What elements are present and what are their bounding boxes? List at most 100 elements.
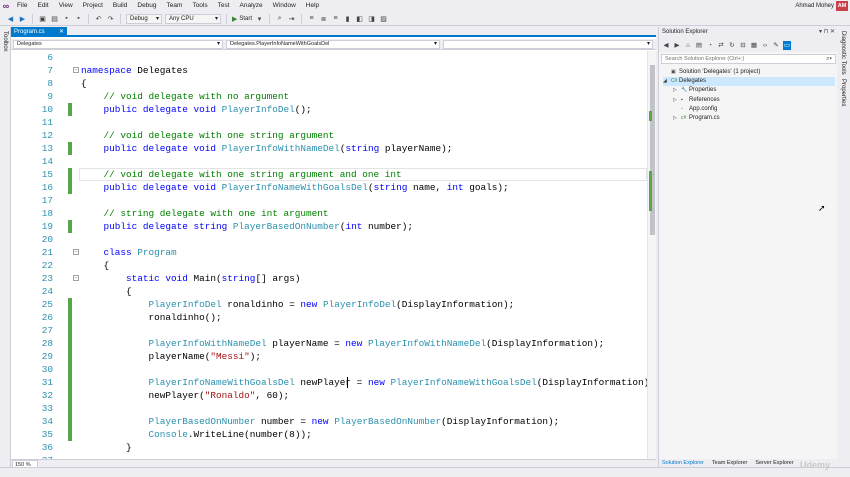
sync-icon[interactable]: ⇄: [717, 41, 725, 50]
code-text-area[interactable]: 6 7− namespace Delegates 8{9 // void delega…: [11, 51, 647, 459]
code-line[interactable]: 30: [11, 363, 647, 376]
pending-changes-icon[interactable]: ◔: [706, 41, 714, 50]
menu-item-help[interactable]: Help: [301, 0, 324, 12]
code-line[interactable]: 19 public delegate string PlayerBasedOnN…: [11, 220, 647, 233]
properties-icon[interactable]: ✎: [772, 41, 780, 50]
menu-item-analyze[interactable]: Analyze: [235, 0, 268, 12]
code-line[interactable]: 10 public delegate void PlayerInfoDel();: [11, 103, 647, 116]
project-dropdown[interactable]: Delegates: [13, 40, 223, 49]
uncomment-icon[interactable]: ≡: [331, 14, 340, 23]
menu-item-tools[interactable]: Tools: [187, 0, 212, 12]
code-line[interactable]: 9 // void delegate with no argument: [11, 90, 647, 103]
preview-icon[interactable]: ▭: [783, 40, 791, 50]
code-line[interactable]: 25 PlayerInfoDel ronaldinho = new Player…: [11, 298, 647, 311]
forward-icon[interactable]: ▶: [18, 14, 27, 23]
save-icon[interactable]: ▪: [62, 14, 71, 23]
menu-item-file[interactable]: File: [12, 0, 32, 12]
collapse-all-icon[interactable]: ⊟: [739, 41, 747, 50]
expand-icon[interactable]: ▷: [673, 86, 681, 95]
tab-server-explorer[interactable]: Server Explorer: [755, 459, 793, 467]
code-line[interactable]: 16 public delegate void PlayerInfoNameWi…: [11, 181, 647, 194]
code-line[interactable]: 28 PlayerInfoWithNameDel playerName = ne…: [11, 337, 647, 350]
tab-solution-explorer[interactable]: Solution Explorer: [662, 459, 704, 467]
code-line[interactable]: 29 playerName("Messi");: [11, 350, 647, 363]
back-icon[interactable]: ◀: [6, 14, 15, 23]
new-item-icon[interactable]: ▣: [38, 14, 47, 23]
panel-controls[interactable]: ▾ ⊓ ✕: [819, 27, 835, 38]
user-name[interactable]: Ahmad Mohey: [795, 0, 834, 12]
bookmark-clear-icon[interactable]: ▨: [379, 14, 388, 23]
collapse-icon[interactable]: −: [73, 249, 79, 255]
tree-item[interactable]: ▣ Solution 'Delegates' (1 project): [663, 68, 835, 77]
undo-icon[interactable]: ↶: [94, 14, 103, 23]
solution-search-input[interactable]: Search Solution Explorer (Ctrl+;) ⌕▾: [661, 54, 836, 64]
code-line[interactable]: 34 PlayerBasedOnNumber number = new Play…: [11, 415, 647, 428]
menu-item-edit[interactable]: Edit: [32, 0, 53, 12]
expand-icon[interactable]: ▷: [673, 96, 681, 105]
collapse-icon[interactable]: −: [73, 67, 79, 73]
properties-tab[interactable]: Properties: [840, 79, 846, 106]
code-line[interactable]: 7 − namespace Delegates: [11, 64, 647, 77]
menu-item-window[interactable]: Window: [268, 0, 301, 12]
code-line[interactable]: 12 // void delegate with one string argu…: [11, 129, 647, 142]
save-all-icon[interactable]: ▪: [74, 14, 83, 23]
code-line[interactable]: 32 newPlayer("Ronaldo", 60);: [11, 389, 647, 402]
avatar[interactable]: AM: [836, 1, 848, 11]
menu-item-test[interactable]: Test: [213, 0, 235, 12]
tab-program-cs[interactable]: Program.cs ✕: [11, 27, 67, 37]
code-line[interactable]: 21 − class Program: [11, 246, 647, 259]
vertical-scrollbar[interactable]: [647, 51, 656, 459]
expand-icon[interactable]: ◢: [663, 77, 671, 86]
step-icon[interactable]: ⇥: [287, 14, 296, 23]
code-line[interactable]: 24 {: [11, 285, 647, 298]
find-icon[interactable]: ⌕: [275, 14, 284, 23]
code-line[interactable]: 27: [11, 324, 647, 337]
menu-item-project[interactable]: Project: [78, 0, 108, 12]
forward-icon[interactable]: ▶: [673, 41, 681, 50]
code-line[interactable]: 13 public delegate void PlayerInfoWithNa…: [11, 142, 647, 155]
code-line[interactable]: 35 Console.WriteLine(number(8));: [11, 428, 647, 441]
solution-platform-dropdown[interactable]: Any CPU: [165, 13, 221, 24]
code-line[interactable]: 33: [11, 402, 647, 415]
back-icon[interactable]: ◀: [662, 41, 670, 50]
diagnostic-tools-tab[interactable]: Diagnostic Tools: [840, 31, 846, 75]
code-line[interactable]: 31 PlayerInfoNameWithGoalsDel newPlayer …: [11, 376, 647, 389]
bookmark-icon[interactable]: ▮: [343, 14, 352, 23]
code-line[interactable]: 8{: [11, 77, 647, 90]
comment-icon[interactable]: ≣: [319, 14, 328, 23]
tree-item[interactable]: ◢ C# Delegates: [663, 77, 835, 87]
code-line[interactable]: 20: [11, 233, 647, 246]
code-line[interactable]: 22 {: [11, 259, 647, 272]
code-line[interactable]: 6: [11, 51, 647, 64]
refresh-icon[interactable]: ↻: [728, 41, 736, 50]
solution-configuration-dropdown[interactable]: Debug: [126, 13, 162, 24]
code-line[interactable]: 18 // string delegate with one int argum…: [11, 207, 647, 220]
open-icon[interactable]: ▤: [50, 14, 59, 23]
view-code-icon[interactable]: ‹›: [761, 41, 769, 50]
menu-item-team[interactable]: Team: [162, 0, 188, 12]
tree-item[interactable]: ▷ ▪ References: [673, 96, 835, 105]
type-dropdown[interactable]: Delegates.PlayerInfoNameWithGoalsDel: [226, 40, 440, 49]
bookmark-next-icon[interactable]: ◨: [367, 14, 376, 23]
code-line[interactable]: 11: [11, 116, 647, 129]
start-dropdown-icon[interactable]: ▾: [255, 14, 264, 23]
bookmark-prev-icon[interactable]: ◧: [355, 14, 364, 23]
start-button[interactable]: ▶ Start: [232, 15, 252, 23]
member-dropdown[interactable]: [443, 40, 653, 49]
tree-item[interactable]: ▫ App.config: [673, 105, 835, 114]
switch-views-icon[interactable]: ▤: [695, 41, 703, 50]
collapse-icon[interactable]: −: [73, 275, 79, 281]
code-line[interactable]: 26 ronaldinho();: [11, 311, 647, 324]
code-line[interactable]: 17: [11, 194, 647, 207]
menu-item-debug[interactable]: Debug: [132, 0, 161, 12]
code-line[interactable]: 23 − static void Main(string[] args): [11, 272, 647, 285]
expand-icon[interactable]: ▷: [673, 114, 681, 123]
search-icon[interactable]: ⌕▾: [826, 55, 832, 63]
tree-item[interactable]: ▷ 🔧 Properties: [673, 86, 835, 95]
menu-item-view[interactable]: View: [54, 0, 78, 12]
tab-team-explorer[interactable]: Team Explorer: [712, 459, 747, 467]
home-icon[interactable]: ⌂: [684, 41, 692, 50]
menu-item-build[interactable]: Build: [108, 0, 132, 12]
code-line[interactable]: 36 }: [11, 441, 647, 454]
format-icon[interactable]: ≡: [307, 14, 316, 23]
